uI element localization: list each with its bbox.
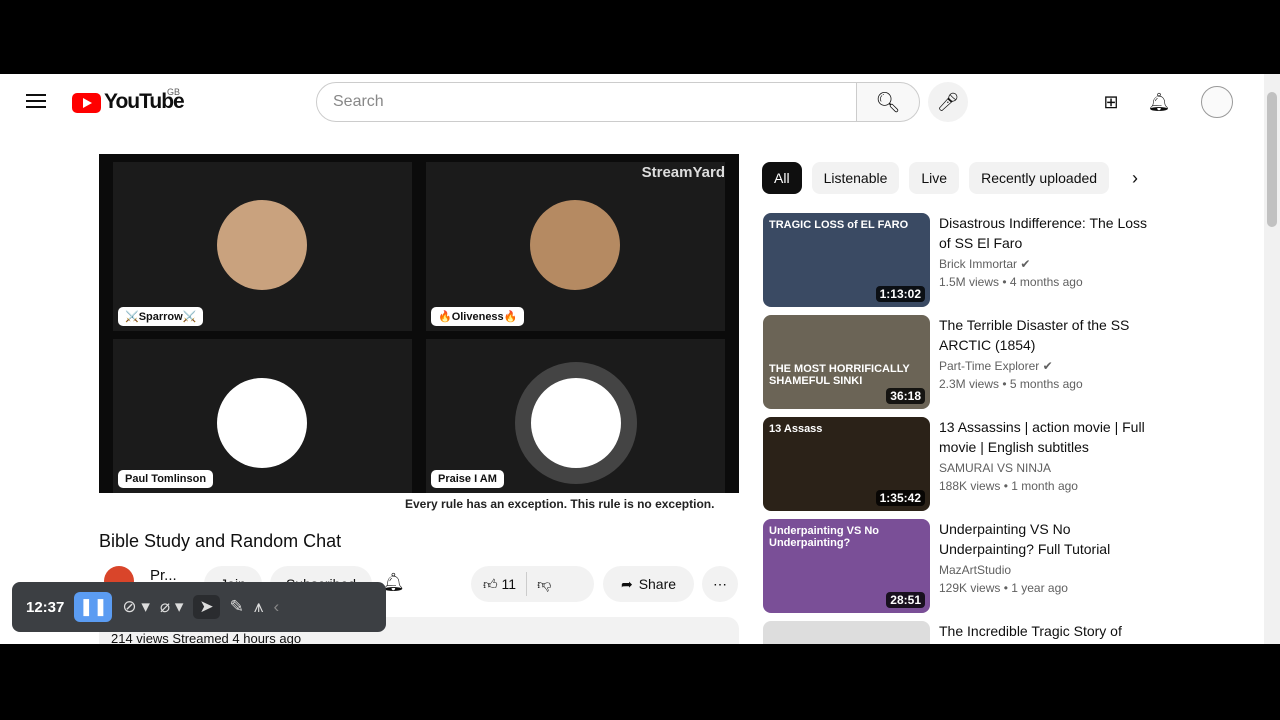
chip-all[interactable]: All: [762, 162, 802, 194]
view-count: 188K views: [939, 479, 1001, 493]
thumbnail-text: Underpainting VS No Underpainting?: [769, 525, 879, 549]
recommendation-title[interactable]: 13 Assassins | action movie | Full movie…: [939, 417, 1149, 457]
menu-icon[interactable]: [26, 94, 46, 108]
participant-name: 🔥Oliveness🔥: [431, 307, 525, 326]
search-input[interactable]: Search: [316, 82, 857, 122]
participant-tile: ⚔️Sparrow⚔️: [113, 162, 412, 331]
channel-name[interactable]: SAMURAI VS NINJA: [939, 461, 1051, 475]
collapse-chevron-icon[interactable]: ‹: [273, 597, 279, 617]
bell-icon[interactable]: 🔔︎: [1139, 82, 1179, 122]
search-button[interactable]: 🔍︎: [856, 82, 920, 122]
search-icon: 🔍︎: [875, 91, 901, 114]
dislike-icon[interactable]: 👎︎: [537, 576, 551, 593]
filter-chips: All Listenable Live Recently uploaded: [762, 162, 1110, 194]
upload-age: 5 months ago: [1009, 377, 1083, 391]
upload-age: 4 months ago: [1009, 275, 1083, 289]
recommendation-title[interactable]: Disastrous Indifference: The Loss of SS …: [939, 213, 1149, 253]
participant-name: Praise I AM: [431, 470, 504, 488]
video-stats: 2.3M views • 5 months ago: [939, 377, 1083, 391]
thumbnail-text: THE MOST HORRIFICALLY SHAMEFUL SINKI: [769, 363, 910, 387]
participant-tile: Paul Tomlinson: [113, 339, 412, 493]
like-button[interactable]: 👍︎ 11: [483, 576, 516, 593]
chevron-right-icon[interactable]: ›: [1132, 168, 1138, 189]
participant-tile: Praise I AM: [426, 339, 725, 493]
share-label: Share: [638, 576, 677, 592]
youtube-page: YouTube GB Search 🔍︎ 🎤︎ ⊞ 🔔︎ ⚔️Sparrow⚔️…: [0, 74, 1280, 644]
pause-icon[interactable]: ❚❚: [74, 592, 113, 622]
video-thumbnail[interactable]: Underpainting VS No Underpainting? 28:51: [763, 519, 930, 613]
scrollbar-thumb[interactable]: [1267, 92, 1277, 227]
video-title: Bible Study and Random Chat: [99, 531, 342, 551]
video-stats: 1.5M views • 4 months ago: [939, 275, 1083, 289]
duration-badge: 1:35:42: [875, 490, 925, 506]
video-thumbnail[interactable]: THE MOST HORRIFICALLY SHAMEFUL SINKI 36:…: [763, 315, 930, 409]
like-count: 11: [501, 575, 517, 592]
recording-toolbar: 12:37 ❚❚ ⊘ ▾ ⌀ ▾ ➤ ✎ ⩚ ‹: [12, 582, 386, 632]
youtube-logo-icon[interactable]: [72, 93, 101, 113]
view-count: 2.3M views: [939, 377, 1000, 391]
divider: [526, 572, 528, 596]
view-count: 129K views: [939, 581, 1001, 595]
channel-label: Brick Immortar: [939, 257, 1017, 271]
recommendation-item[interactable]: Underpainting VS No Underpainting? 28:51…: [763, 519, 1153, 613]
recommendation-item[interactable]: The Incredible Tragic Story of: [763, 621, 1153, 644]
upload-age: 1 year ago: [1011, 581, 1068, 595]
channel-label: SAMURAI VS NINJA: [939, 461, 1052, 475]
mic-off-icon[interactable]: ⌀ ▾: [160, 597, 184, 617]
duration-badge: 28:51: [886, 592, 925, 608]
cursor-icon[interactable]: ➤: [193, 595, 220, 619]
like-dislike-group: 👍︎ 11 👎︎: [471, 566, 594, 602]
participant-name: ⚔️Sparrow⚔️: [118, 307, 204, 326]
eraser-icon[interactable]: ⩚: [254, 597, 264, 617]
channel-name[interactable]: Part-Time Explorer ✔︎: [939, 359, 1053, 373]
channel-label: MazArtStudio: [939, 563, 1012, 577]
video-stats: 129K views • 1 year ago: [939, 581, 1068, 595]
video-thumbnail[interactable]: TRAGIC LOSS of EL FARO 1:13:02: [763, 213, 930, 307]
channel-name[interactable]: MazArtStudio: [939, 563, 1011, 577]
video-thumbnail[interactable]: [763, 621, 930, 644]
video-meta: 214 views Streamed 4 hours ago: [111, 631, 302, 644]
more-actions-icon[interactable]: ⋯: [702, 566, 738, 602]
thumbnail-text: TRAGIC LOSS of EL FARO: [769, 219, 909, 231]
channel-name[interactable]: Brick Immortar ✔︎: [939, 257, 1030, 271]
recording-time: 12:37: [26, 598, 65, 616]
verified-icon: ✔︎: [1020, 257, 1031, 271]
participant-photo: [530, 200, 620, 290]
channel-label: Part-Time Explorer: [939, 359, 1040, 373]
chip-recently-uploaded[interactable]: Recently uploaded: [969, 162, 1110, 194]
thumbnail-text: 13 Assass: [769, 423, 823, 435]
recommendation-item[interactable]: THE MOST HORRIFICALLY SHAMEFUL SINKI 36:…: [763, 315, 1153, 409]
participant-name: Paul Tomlinson: [118, 470, 214, 488]
share-icon: ➦: [620, 575, 633, 592]
search-placeholder: Search: [333, 93, 384, 110]
user-placeholder-icon: [515, 362, 637, 484]
participant-tile: 🔥Oliveness🔥: [426, 162, 725, 331]
recommendation-title[interactable]: The Terrible Disaster of the SS ARCTIC (…: [939, 315, 1149, 355]
recommendation-item[interactable]: TRAGIC LOSS of EL FARO 1:13:02 Disastrou…: [763, 213, 1153, 307]
recommendation-title[interactable]: Underpainting VS No Underpainting? Full …: [939, 519, 1149, 559]
chip-listenable[interactable]: Listenable: [811, 162, 900, 194]
participant-photo: [217, 378, 307, 468]
pen-icon[interactable]: ✎: [230, 597, 244, 617]
camera-off-icon[interactable]: ⊘ ▾: [122, 597, 150, 617]
recommendation-item[interactable]: 13 Assass 1:35:42 13 Assassins | action …: [763, 417, 1153, 511]
duration-badge: 1:13:02: [875, 286, 925, 302]
recommendation-title[interactable]: The Incredible Tragic Story of: [939, 621, 1149, 641]
chip-live[interactable]: Live: [909, 162, 960, 194]
video-player[interactable]: ⚔️Sparrow⚔️ 🔥Oliveness🔥 Paul Tomlinson P…: [99, 154, 739, 493]
upload-age: 1 month ago: [1011, 479, 1078, 493]
stream-caption: Every rule has an exception. This rule i…: [405, 497, 715, 511]
video-stats: 188K views • 1 month ago: [939, 479, 1078, 493]
participant-photo: [217, 200, 307, 290]
create-video-icon[interactable]: ⊞: [1091, 82, 1131, 122]
mic-icon[interactable]: 🎤︎: [928, 82, 968, 122]
view-count: 1.5M views: [939, 275, 1000, 289]
region-code: GB: [167, 87, 181, 97]
video-thumbnail[interactable]: 13 Assass 1:35:42: [763, 417, 930, 511]
duration-badge: 36:18: [886, 388, 925, 404]
share-button[interactable]: ➦ Share: [603, 566, 694, 602]
verified-icon: ✔︎: [1042, 359, 1053, 373]
avatar[interactable]: [1201, 86, 1233, 118]
streamyard-watermark: StreamYard: [641, 164, 725, 181]
